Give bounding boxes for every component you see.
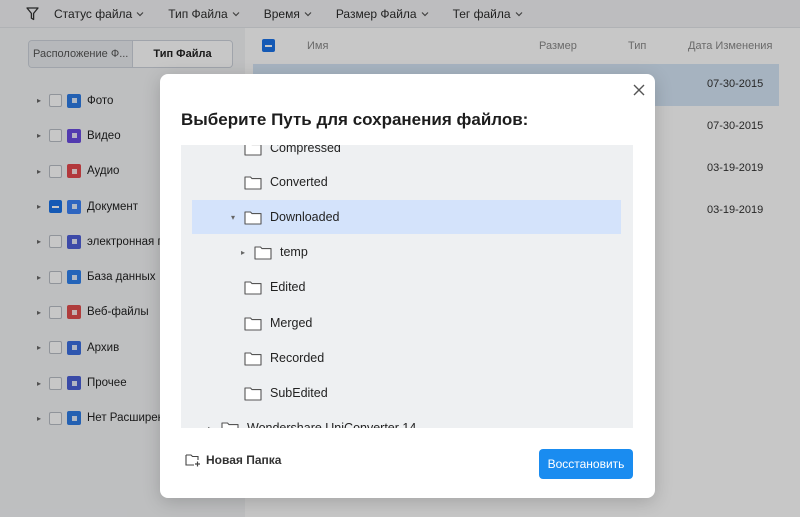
chevron-right-icon[interactable]: ▸ — [238, 248, 248, 257]
folder-tree: Compressed Converted ▾ Downloaded ▸ temp Edite… — [181, 145, 633, 428]
folder-icon — [244, 210, 262, 225]
folder-node-compressed[interactable]: Compressed — [244, 145, 341, 165]
folder-name: SubEdited — [270, 386, 328, 400]
folder-node-recorded[interactable]: Recorded — [244, 341, 324, 375]
folder-name: Compressed — [270, 145, 341, 155]
save-path-dialog: Выберите Путь для сохранения файлов: Com… — [160, 74, 655, 498]
folder-icon — [254, 245, 272, 260]
new-folder-icon — [185, 453, 201, 467]
close-icon[interactable] — [631, 82, 647, 98]
folder-name: temp — [280, 245, 308, 259]
folder-icon — [244, 351, 262, 366]
folder-node-converted[interactable]: Converted — [244, 165, 328, 199]
folder-name: Recorded — [270, 351, 325, 365]
folder-node-edited[interactable]: Edited — [244, 270, 305, 304]
folder-node-merged[interactable]: Merged — [244, 306, 312, 340]
folder-name: Edited — [270, 280, 306, 294]
folder-name: Downloaded — [270, 210, 340, 224]
folder-icon — [244, 316, 262, 331]
folder-name: Merged — [270, 316, 313, 330]
folder-node-wondershare-uniconverter-14[interactable]: ▸ Wondershare UniConverter 14 — [205, 411, 416, 428]
folder-icon — [244, 175, 262, 190]
dialog-title: Выберите Путь для сохранения файлов: — [181, 110, 529, 129]
new-folder-button[interactable]: Новая Папка — [185, 453, 281, 467]
folder-node-temp[interactable]: ▸ temp — [238, 235, 308, 269]
chevron-down-icon[interactable]: ▾ — [228, 213, 238, 222]
folder-icon — [244, 280, 262, 295]
folder-name: Wondershare UniConverter 14 — [247, 421, 417, 428]
folder-icon — [244, 386, 262, 401]
folder-icon — [244, 145, 262, 156]
folder-icon — [221, 421, 239, 428]
new-folder-label: Новая Папка — [206, 453, 282, 467]
restore-button[interactable]: Восстановить — [539, 449, 633, 479]
folder-name: Converted — [270, 175, 328, 189]
folder-node-subedited[interactable]: SubEdited — [244, 376, 328, 410]
chevron-right-icon[interactable]: ▸ — [205, 424, 215, 429]
folder-node-downloaded[interactable]: ▾ Downloaded — [192, 200, 621, 234]
